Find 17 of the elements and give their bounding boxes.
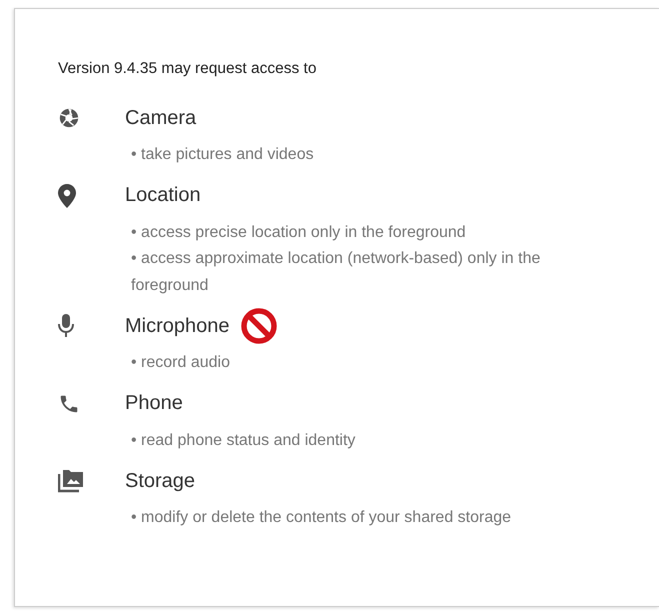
permission-detail: • record audio xyxy=(131,353,231,373)
aperture-icon xyxy=(58,107,80,129)
permission-detail: • access approximate location (network-based) only in the foreground xyxy=(131,249,542,296)
prohibited-icon xyxy=(240,307,278,345)
permission-detail: • access precise location only in the foreground xyxy=(131,222,467,242)
permission-name: Camera xyxy=(125,106,196,130)
permission-name: Location xyxy=(125,184,201,207)
permission-detail: • modify or delete the contents of your shared storage xyxy=(131,508,512,528)
permission-name: Storage xyxy=(125,470,196,492)
permission-name: Microphone xyxy=(125,314,230,338)
dialog-heading: Version 9.4.35 may request access to xyxy=(58,59,318,79)
permission-detail: • take pictures and videos xyxy=(131,145,315,165)
photo-folder-icon xyxy=(58,469,84,493)
location-pin-icon xyxy=(58,184,76,208)
permission-name: Phone xyxy=(125,392,183,415)
microphone-icon xyxy=(58,314,74,338)
permission-detail: • read phone status and identity xyxy=(131,430,356,450)
